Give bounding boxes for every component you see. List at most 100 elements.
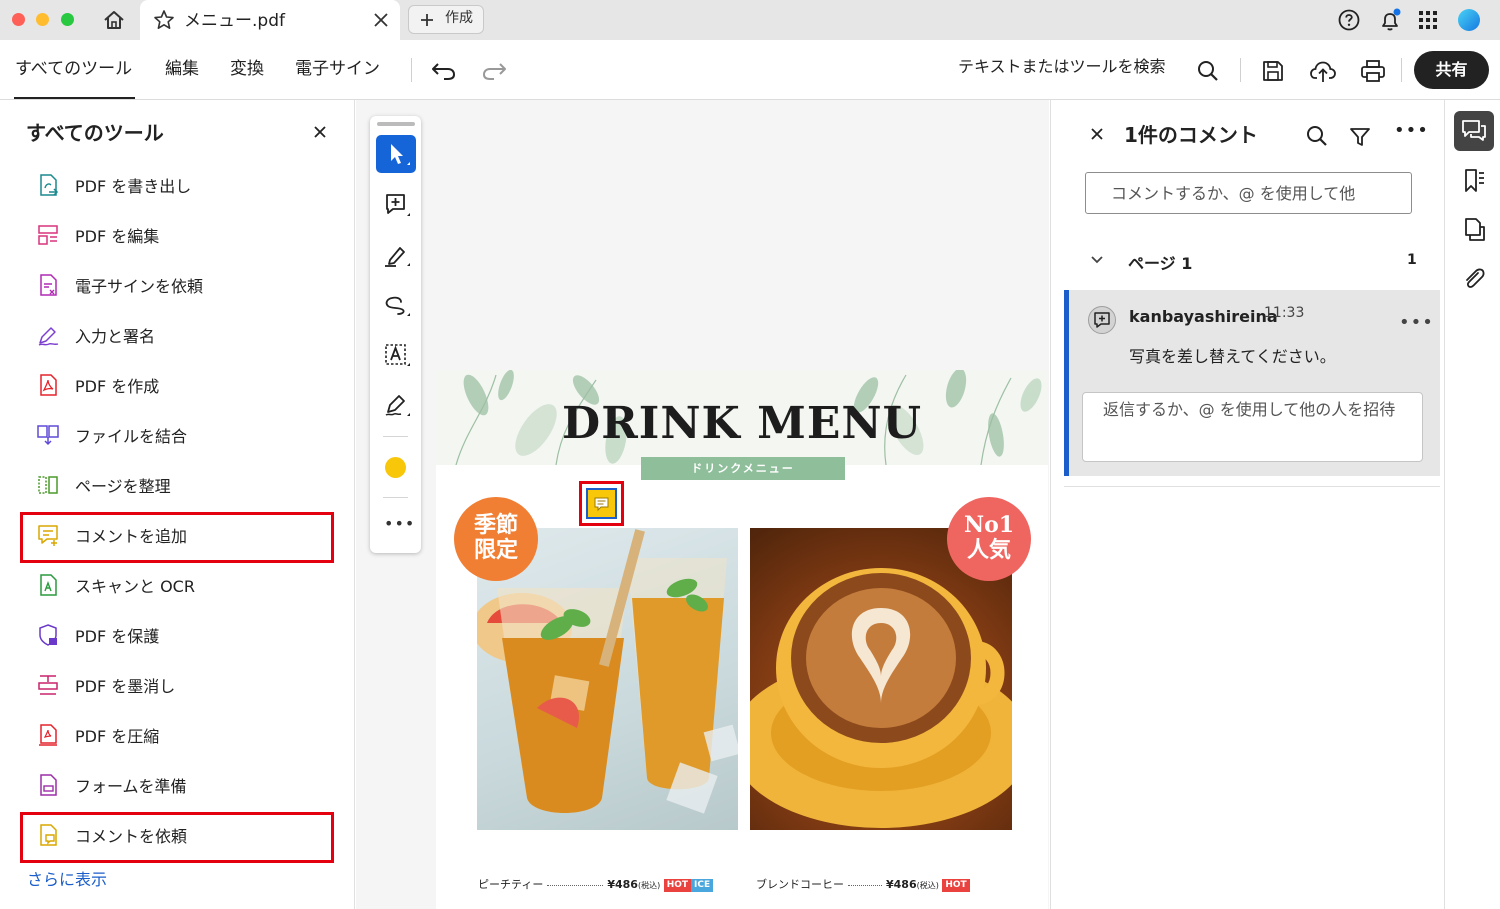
menu-all-tools[interactable]: すべてのツール (15, 54, 132, 79)
page-group-header[interactable]: ページ 1 1 (1089, 246, 1419, 276)
tool-item[interactable]: PDF を編集 (36, 220, 316, 250)
all-tools-panel: すべてのツール PDF を書き出し PDF を編集 電子サインを依頼入力と署名 PDF… (0, 100, 355, 909)
tool-item[interactable]: PDF を保護 (36, 620, 316, 650)
help-icon[interactable] (1337, 8, 1361, 36)
tool-label: PDF を圧縮 (75, 727, 160, 746)
hot-tag: HOT (663, 878, 692, 892)
tool-item[interactable]: PDF を作成 (36, 370, 316, 400)
more-tools-icon[interactable]: ••• (384, 514, 415, 533)
reply-input[interactable]: 返信するか、@ を使用して他の人を招待 (1082, 392, 1423, 462)
sticky-note-icon (586, 488, 617, 519)
save-icon[interactable] (1261, 59, 1285, 87)
redo-icon[interactable] (480, 58, 508, 86)
paperclip-icon (1466, 268, 1485, 288)
pdf-page: DRINK MENU ドリンクメニュー 季節 限定 No1 人気 ピーチティー … (436, 370, 1048, 909)
comment-time: 11:33 (1264, 305, 1305, 321)
close-panel-icon[interactable] (313, 125, 327, 143)
comment-author: kanbayashireina (1129, 307, 1278, 326)
chevron-down-icon[interactable] (1089, 252, 1105, 272)
text-box-icon (385, 344, 410, 366)
draw-tool-button[interactable] (376, 286, 416, 324)
active-menu-indicator (14, 97, 135, 99)
share-button[interactable]: 共有 (1414, 51, 1489, 89)
tab-title: メニュー.pdf (184, 11, 285, 31)
close-comments-icon[interactable] (1090, 127, 1104, 145)
bookmarks-rail-button[interactable] (1454, 161, 1494, 201)
search-comments-icon[interactable] (1305, 124, 1329, 152)
new-comment-input[interactable]: コメントするか、@ を使用して他 (1085, 172, 1412, 214)
tool-item[interactable]: ページを整理 (36, 470, 316, 500)
tool-label: 入力と署名 (75, 327, 156, 346)
cloud-upload-icon[interactable] (1309, 58, 1337, 88)
search-tools-text[interactable]: テキストまたはツールを検索 (958, 53, 1166, 77)
document-tab[interactable]: メニュー.pdf (140, 0, 400, 40)
tool-item[interactable]: ファイルを結合 (36, 420, 316, 450)
user-avatar[interactable] (1457, 8, 1481, 36)
toolbar-drag-handle[interactable] (377, 122, 415, 126)
window-close-button[interactable] (12, 13, 25, 26)
tool-label: PDF を書き出し (75, 177, 192, 196)
create-label: 作成 (445, 10, 473, 26)
undo-icon[interactable] (430, 58, 458, 86)
close-tab-icon[interactable] (372, 11, 390, 33)
edit-pdf-icon (36, 223, 60, 247)
tool-item[interactable]: PDF を圧縮 (36, 720, 316, 750)
tool-label: PDF を作成 (75, 377, 160, 396)
menu-item-blend-coffee: ブレンドコーヒー ¥486(税込) HOT (756, 876, 970, 892)
item-tax-note: (税込) (637, 881, 661, 890)
comment-text: 写真を差し替えてください。 (1129, 347, 1336, 366)
notifications-bell-icon[interactable] (1377, 8, 1403, 38)
window-minimize-button[interactable] (36, 13, 49, 26)
pages-rail-button[interactable] (1454, 210, 1494, 250)
quick-tools-toolbar: ••• (370, 116, 421, 553)
comment-card[interactable]: kanbayashireina 11:33 ••• 写真を差し替えてください。 … (1064, 290, 1440, 476)
tool-item[interactable]: フォームを準備 (36, 770, 316, 800)
sign-tool-button[interactable] (376, 386, 416, 424)
tool-item[interactable]: 入力と署名 (36, 320, 316, 350)
tool-item[interactable]: PDF を書き出し (36, 170, 316, 200)
window-zoom-button[interactable] (61, 13, 74, 26)
toolbar-divider (1401, 58, 1402, 82)
search-icon[interactable] (1196, 59, 1220, 87)
home-icon[interactable] (100, 8, 128, 32)
document-viewer: ••• DRINK MENU ドリンクメニュー 季節 限定 No1 人気 ピーチ… (356, 100, 1049, 909)
page-comment-count: 1 (1407, 252, 1417, 268)
highlight-add-comment (20, 512, 334, 563)
print-icon[interactable] (1360, 59, 1386, 87)
filter-icon[interactable] (1349, 126, 1371, 152)
apps-grid-icon[interactable] (1418, 10, 1438, 34)
tool-item[interactable]: 電子サインを依頼 (36, 270, 316, 300)
menu-convert[interactable]: 変換 (230, 54, 264, 79)
panel-title: すべてのツール (26, 121, 164, 145)
menu-item-peach-tea: ピーチティー ¥486(税込) HOT ICE (478, 876, 714, 892)
more-options-icon[interactable]: ••• (1394, 120, 1429, 141)
create-button[interactable]: 作成 (408, 5, 484, 34)
select-tool-button[interactable] (376, 135, 416, 173)
color-picker-swatch[interactable] (385, 457, 406, 478)
item-name: ピーチティー (478, 878, 544, 891)
combine-files-icon (36, 423, 60, 447)
create-pdf-icon (36, 373, 60, 397)
main-toolbar: すべてのツール 編集 変換 電子サイン テキストまたはツールを検索 共有 (0, 40, 1500, 100)
organize-pages-icon (36, 473, 60, 497)
comments-rail-button[interactable] (1454, 111, 1494, 151)
page-group-label: ページ 1 (1128, 254, 1193, 273)
tool-item[interactable]: PDF を墨消し (36, 670, 316, 700)
redact-pdf-icon (36, 673, 60, 697)
tool-label: ページを整理 (75, 477, 171, 496)
show-more-link[interactable]: さらに表示 (27, 866, 107, 890)
menu-esign[interactable]: 電子サイン (295, 54, 380, 79)
comment-more-icon[interactable]: ••• (1399, 312, 1434, 333)
star-icon[interactable] (152, 8, 176, 36)
title-bar: メニュー.pdf 作成 (0, 0, 1500, 40)
page-thumbnails-icon (1465, 218, 1485, 241)
add-comment-tool-button[interactable] (376, 186, 416, 224)
text-box-tool-button[interactable] (376, 336, 416, 374)
menu-edit[interactable]: 編集 (165, 54, 199, 79)
toolbar-divider (383, 436, 408, 437)
attachments-rail-button[interactable] (1454, 259, 1494, 299)
badge-line: 人気 (966, 537, 1011, 563)
tool-item[interactable]: スキャンと OCR (36, 570, 316, 600)
comment-annotation-marker[interactable] (579, 481, 624, 526)
highlight-tool-button[interactable] (376, 236, 416, 274)
